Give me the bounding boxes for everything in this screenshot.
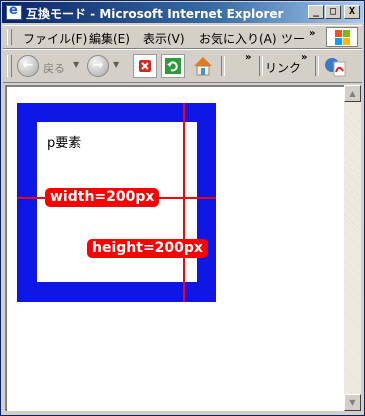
stop-icon — [139, 60, 151, 72]
back-label[interactable]: 戻る — [43, 60, 65, 76]
toolbar-separator — [259, 56, 263, 76]
refresh-button[interactable] — [161, 54, 185, 78]
close-button[interactable]: X — [344, 5, 360, 19]
toolbar-separator — [221, 56, 225, 76]
standard-toolbar: ← 戻る ▼ → ▼ » リンク » — [3, 49, 362, 83]
toolbar-grip[interactable] — [7, 55, 12, 77]
globe-pdf-icon — [325, 58, 346, 77]
width-label: width=200px — [45, 188, 160, 207]
home-icon — [194, 57, 212, 76]
ie-window: 互換モード - Microsoft Internet Explorer _ □ … — [0, 0, 365, 416]
toolbar-overflow-chevron[interactable]: » — [245, 52, 251, 63]
title-bar[interactable]: 互換モード - Microsoft Internet Explorer _ □ … — [2, 2, 363, 23]
vertical-scrollbar[interactable]: ▲ ▼ — [344, 85, 361, 411]
menu-favorites[interactable]: お気に入り(A) — [199, 30, 277, 47]
scroll-up-button[interactable]: ▲ — [344, 85, 361, 102]
window-title: 互換モード - Microsoft Internet Explorer — [26, 7, 284, 21]
menu-grip[interactable] — [7, 29, 12, 45]
scroll-down-button[interactable]: ▼ — [344, 394, 361, 411]
refresh-icon — [165, 58, 181, 74]
forward-dropdown-icon[interactable]: ▼ — [113, 60, 119, 69]
toolbar-extension-button[interactable] — [323, 54, 347, 78]
width-guide-line — [183, 103, 185, 302]
minimize-button[interactable]: _ — [308, 5, 324, 19]
back-arrow-icon: ← — [22, 58, 34, 73]
toolbar-separator — [315, 56, 319, 76]
height-label: height=200px — [87, 239, 208, 258]
menu-tools[interactable]: ツー — [281, 30, 305, 47]
ie-logo-icon — [6, 3, 22, 20]
menu-view[interactable]: 表示(V) — [143, 30, 185, 47]
forward-arrow-icon: → — [92, 58, 104, 73]
home-button[interactable] — [191, 54, 215, 78]
back-dropdown-icon[interactable]: ▼ — [73, 60, 79, 69]
menu-file[interactable]: ファイル(F) — [23, 30, 87, 47]
menu-edit[interactable]: 編集(E) — [89, 30, 130, 47]
menu-bar: ファイル(F) 編集(E) 表示(V) お気に入り(A) ツー » — [3, 25, 362, 49]
windows-logo-icon — [326, 27, 358, 47]
forward-button[interactable]: → — [87, 55, 109, 77]
stop-button[interactable] — [133, 54, 157, 78]
maximize-button[interactable]: □ — [325, 5, 341, 19]
links-button[interactable]: リンク — [265, 59, 301, 76]
menu-overflow-chevron[interactable]: » — [309, 28, 315, 39]
p-element-label: p要素 — [47, 136, 82, 151]
back-button[interactable]: ← — [17, 55, 39, 77]
links-overflow-chevron[interactable]: » — [301, 52, 307, 63]
